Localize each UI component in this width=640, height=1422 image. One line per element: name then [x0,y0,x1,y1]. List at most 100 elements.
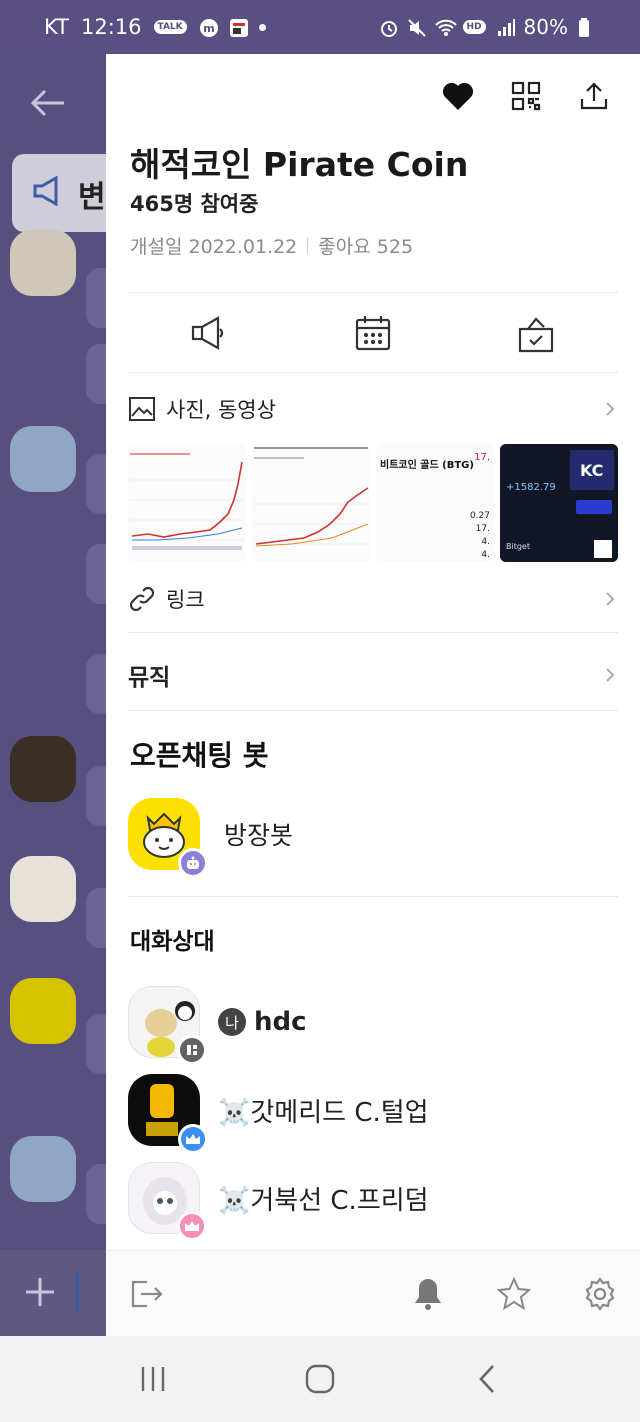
room-meta: 개설일 2022.01.22 좋아요 525 [130,232,413,259]
background-chat-room: 변 [0,54,106,1336]
me-badge: 나 [218,1008,246,1036]
thumbnail-row: 17. [475,524,490,534]
system-navigation-bar [0,1336,640,1422]
participant-name-text: hdc [254,1007,307,1037]
svg-text:KC: KC [580,461,603,480]
divider [128,372,618,373]
chat-room-drawer: 해적코인 Pirate Coin 465명 참여중 개설일 2022.01.22… [106,54,640,1336]
media-thumbnail[interactable] [128,444,246,562]
avatar [10,1136,76,1202]
bot-list-item[interactable]: 방장봇 [128,798,294,878]
room-title: 해적코인 Pirate Coin [130,145,469,184]
status-bar: KT 12:16 TALK m HD 80% [0,0,640,54]
recent-apps-icon[interactable] [133,1359,173,1399]
chat-bubble [86,888,106,948]
clock: 12:16 [80,15,142,39]
participants-section-title: 대화상대 [130,929,215,955]
thumbnail-row: 0.27 [469,511,490,521]
link-icon [128,585,156,613]
links-section-label: 링크 [166,588,205,612]
star-icon[interactable] [496,1276,532,1312]
messenger-notification-icon: m [199,18,218,37]
media-thumbnail[interactable]: 비트코인 골드 (BTG) 17, 0.27 17. 4. 4. [376,444,494,562]
promo-value: +1582.79 [506,482,556,493]
media-thumbnail-strip: 비트코인 골드 (BTG) 17, 0.27 17. 4. 4. KC +158… [128,444,618,562]
app-notification-icon [229,18,248,37]
background-notice-banner: 변 [12,154,106,232]
exit-icon[interactable] [128,1276,164,1312]
avatar [10,978,76,1044]
member-count: 465명 참여중 [130,192,259,216]
background-input-bar [0,1250,106,1336]
drawer-top-actions [442,80,610,112]
vote-icon[interactable] [514,311,558,355]
created-date: 개설일 2022.01.22 [130,236,298,258]
share-icon[interactable] [578,80,610,112]
thumbnail-row: 4. [481,550,490,560]
chat-bubble [86,1164,106,1224]
hd-voice-icon: HD [462,20,486,34]
divider [128,632,618,633]
chevron-right-icon [606,668,615,682]
chat-bubble [86,1014,106,1074]
chat-bubble [86,544,106,604]
image-icon [128,395,156,423]
like-count: 좋아요 525 [318,236,414,258]
music-section-header[interactable]: 뮤직 [128,658,618,692]
media-thumbnail[interactable]: KC +1582.79 Bitget [500,444,618,562]
avatar [128,798,208,878]
avatar [10,856,76,922]
back-icon[interactable] [467,1359,507,1399]
participant-list-item[interactable]: 나 hdc [128,986,307,1065]
megaphone-icon [33,176,58,206]
bots-section-title: 오픈채팅 봇 [130,739,269,772]
avatar [128,1162,207,1241]
bot-name: 방장봇 [224,821,294,850]
avatar [10,230,76,296]
media-section-label: 사진, 동영상 [166,398,276,422]
battery-icon [578,18,596,37]
avatar [10,426,76,492]
chevron-right-icon [606,592,615,606]
participant-list-item[interactable]: ☠️갓메리드 C.털업 [128,1074,429,1154]
svg-text:m: m [203,22,214,35]
back-arrow-icon[interactable] [30,88,66,118]
heart-icon[interactable] [442,80,474,112]
media-section-header[interactable]: 사진, 동영상 [128,394,618,424]
music-section-label: 뮤직 [128,665,171,691]
chat-bubble [86,454,106,514]
participant-name-text: ☠️갓메리드 C.털업 [218,1097,429,1128]
participant-list-item[interactable]: ☠️거북선 C.프리덤 [128,1162,429,1241]
meta-separator [307,237,309,254]
calendar-icon[interactable] [351,311,395,355]
avatar [10,736,76,802]
notice-megaphone-icon[interactable] [188,311,232,355]
wifi-icon [434,18,457,36]
alarm-icon [379,18,397,37]
chat-bubble [86,344,106,404]
links-section-header[interactable]: 링크 [128,584,618,614]
kakaotalk-notification-icon: TALK [153,20,187,34]
robot-badge-icon [178,848,208,878]
media-thumbnail[interactable] [252,444,370,562]
promo-brand: Bitget [506,542,530,551]
avatar [128,986,207,1065]
participant-name-text: ☠️거북선 C.프리덤 [218,1185,429,1216]
divider [128,896,618,897]
bell-icon[interactable] [410,1276,446,1312]
qr-code-icon[interactable] [510,80,542,112]
carrier-label: KT [44,15,69,39]
drawer-footer [106,1250,640,1336]
chat-bubble [86,766,106,826]
thumbnail-value: 17, [474,452,490,463]
thumbnail-rows: 0.27 17. 4. 4. [470,510,490,562]
home-icon[interactable] [300,1359,340,1399]
settings-gear-icon[interactable] [582,1276,618,1312]
participant-name: ☠️갓메리드 C.털업 [218,1092,429,1129]
divider [128,710,618,711]
divider [128,292,618,293]
signal-icon [496,18,515,36]
crown-badge-icon [177,1211,207,1241]
chat-bubble [86,654,106,714]
participant-name: ☠️거북선 C.프리덤 [218,1180,429,1217]
